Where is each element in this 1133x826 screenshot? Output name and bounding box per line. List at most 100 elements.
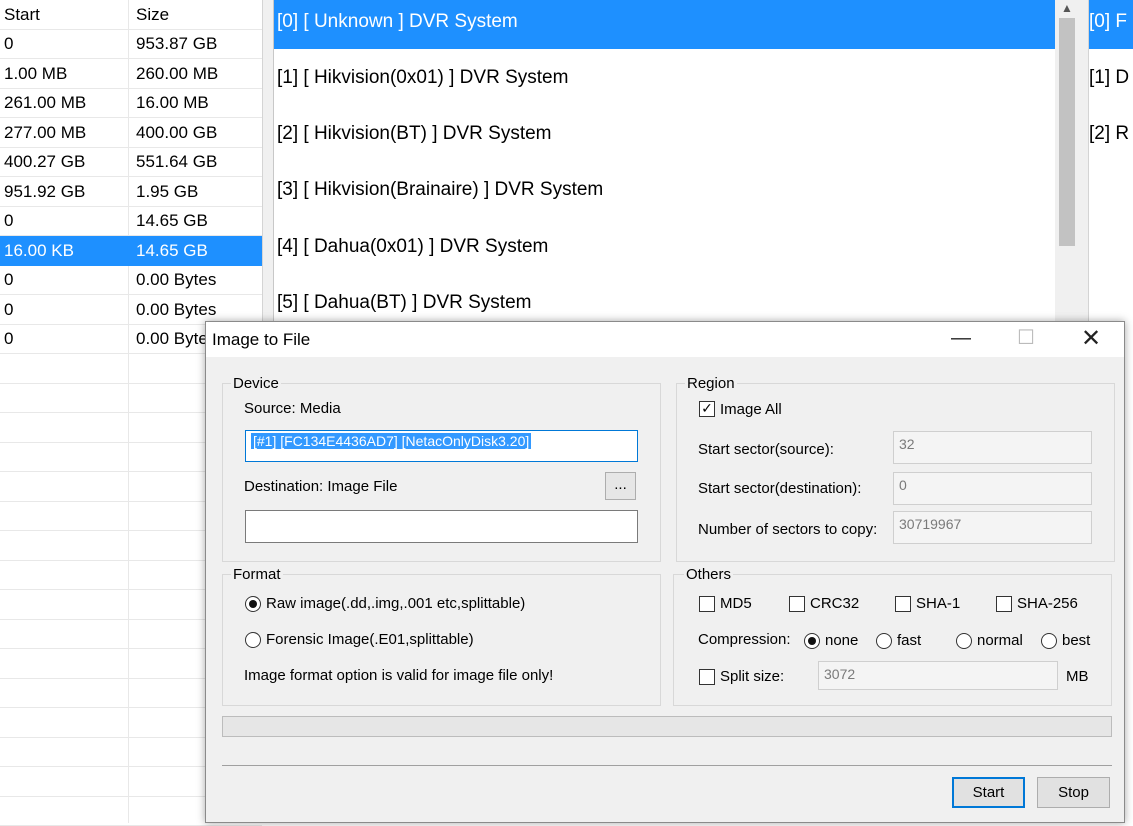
sectors-to-copy-label: Number of sectors to copy:	[698, 521, 878, 538]
cell-start: 0	[4, 211, 14, 230]
md5-label[interactable]: MD5	[720, 595, 752, 612]
minimize-button[interactable]: —	[938, 322, 984, 357]
cell-size: 400.00 GB	[136, 123, 218, 142]
cell-size: 16.00 MB	[136, 93, 209, 112]
format-note: Image format option is valid for image f…	[244, 667, 554, 684]
table-row[interactable]: 277.00 MB 400.00 GB	[0, 118, 262, 148]
others-group-label: Others	[684, 566, 734, 584]
cell-size: 14.65 GB	[136, 241, 208, 260]
destination-label: Destination: Image File	[244, 478, 398, 495]
progress-bar	[222, 716, 1112, 737]
dvr-list-item[interactable]: [2] [ Hikvision(BT) ] DVR System	[274, 112, 1056, 161]
md5-checkbox[interactable]	[699, 596, 715, 612]
split-size-field: 3072	[818, 661, 1058, 690]
table-row[interactable]: 0 14.65 GB	[0, 206, 262, 236]
source-value: [#1] [FC134E4436AD7] [NetacOnlyDisk3.20]	[251, 433, 532, 449]
device-group-label: Device	[231, 375, 281, 393]
compression-none-radio[interactable]	[804, 633, 820, 649]
compression-fast-label[interactable]: fast	[897, 632, 921, 649]
sha256-label[interactable]: SHA-256	[1017, 595, 1078, 612]
table-header: Start Size	[0, 0, 262, 30]
sha256-checkbox[interactable]	[996, 596, 1012, 612]
right-list: [0] F [1] D [2] R	[1089, 0, 1133, 330]
table-row[interactable]: 261.00 MB 16.00 MB	[0, 88, 262, 118]
compression-none-label[interactable]: none	[825, 632, 858, 649]
cell-start: 1.00 MB	[4, 64, 68, 83]
panel-splitter[interactable]	[1079, 0, 1089, 330]
split-size-checkbox[interactable]	[699, 669, 715, 685]
start-button[interactable]: Start	[952, 777, 1025, 808]
dvr-list-item[interactable]: [4] [ Dahua(0x01) ] DVR System	[274, 225, 1056, 274]
sha1-label[interactable]: SHA-1	[916, 595, 960, 612]
close-button[interactable]: ✕	[1068, 322, 1114, 357]
stop-button[interactable]: Stop	[1037, 777, 1110, 808]
format-group: Format Raw image(.dd,.img,.001 etc,split…	[222, 566, 661, 706]
table-row[interactable]: 1.00 MB 260.00 MB	[0, 59, 262, 89]
sha1-checkbox[interactable]	[895, 596, 911, 612]
crc32-checkbox[interactable]	[789, 596, 805, 612]
forensic-image-radio[interactable]	[245, 632, 261, 648]
compression-normal-radio[interactable]	[956, 633, 972, 649]
divider	[222, 765, 1112, 766]
table-row[interactable]: 0 953.87 GB	[0, 29, 262, 59]
split-size-unit: MB	[1066, 668, 1089, 685]
start-sector-destination-label: Start sector(destination):	[698, 480, 862, 497]
maximize-button: ☐	[1017, 327, 1035, 349]
others-group: Others MD5 CRC32 SHA-1 SHA-256 Compressi…	[673, 566, 1112, 706]
cell-start: 0	[4, 329, 14, 348]
scrollbar-thumb[interactable]	[1059, 18, 1075, 246]
cell-size: 0.00 Bytes	[136, 270, 217, 289]
cell-size: 1.95 GB	[136, 182, 199, 201]
split-size-label[interactable]: Split size:	[720, 668, 784, 685]
dvr-list-item-selected[interactable]: [0] [ Unknown ] DVR System	[274, 0, 1056, 49]
browse-button[interactable]: ...	[605, 472, 636, 500]
header-start[interactable]: Start	[4, 0, 124, 29]
scroll-up-icon[interactable]: ▲	[1055, 0, 1079, 16]
start-sector-destination-field: 0	[893, 472, 1092, 505]
cell-size: 260.00 MB	[136, 64, 219, 83]
destination-field[interactable]	[245, 510, 638, 543]
region-group: Region ✓ Image All Start sector(source):…	[676, 375, 1115, 562]
dvr-list-scrollbar[interactable]: ▲	[1055, 0, 1079, 330]
table-row-selected[interactable]: 16.00 KB 14.65 GB	[0, 236, 262, 266]
right-list-item[interactable]: [2] R	[1089, 112, 1133, 161]
forensic-image-label[interactable]: Forensic Image(.E01,splittable)	[266, 631, 474, 648]
cell-start: 16.00 KB	[4, 241, 74, 260]
crc32-label[interactable]: CRC32	[810, 595, 859, 612]
cell-size: 551.64 GB	[136, 152, 218, 171]
dialog-titlebar[interactable]: Image to File — ☐ ✕	[206, 322, 1124, 357]
compression-normal-label[interactable]: normal	[977, 632, 1023, 649]
compression-best-radio[interactable]	[1041, 633, 1057, 649]
image-all-checkbox[interactable]: ✓	[699, 401, 715, 417]
raw-image-label[interactable]: Raw image(.dd,.img,.001 etc,splittable)	[266, 595, 525, 612]
compression-fast-radio[interactable]	[876, 633, 892, 649]
sectors-to-copy-field: 30719967	[893, 511, 1092, 544]
right-list-item-selected[interactable]: [0] F	[1089, 0, 1133, 49]
cell-start: 261.00 MB	[4, 93, 87, 112]
cell-start: 400.27 GB	[4, 152, 86, 171]
right-list-item[interactable]: [1] D	[1089, 56, 1133, 105]
image-all-label[interactable]: Image All	[720, 401, 782, 418]
cell-size: 14.65 GB	[136, 211, 208, 230]
dvr-list-item[interactable]: [1] [ Hikvision(0x01) ] DVR System	[274, 56, 1056, 105]
cell-start: 277.00 MB	[4, 123, 87, 142]
cell-size: 953.87 GB	[136, 34, 218, 53]
cell-start: 0	[4, 34, 14, 53]
image-to-file-dialog: Image to File — ☐ ✕ Device Source: Media…	[205, 321, 1125, 823]
source-field[interactable]: [#1] [FC134E4436AD7] [NetacOnlyDisk3.20]	[245, 430, 638, 462]
dvr-list-item[interactable]: [3] [ Hikvision(Brainaire) ] DVR System	[274, 168, 1056, 217]
format-group-label: Format	[231, 566, 283, 584]
table-row[interactable]: 0 0.00 Bytes	[0, 265, 262, 295]
table-row[interactable]: 400.27 GB 551.64 GB	[0, 147, 262, 177]
table-row[interactable]: 951.92 GB 1.95 GB	[0, 177, 262, 207]
dialog-title: Image to File	[212, 330, 311, 349]
compression-best-label[interactable]: best	[1062, 632, 1090, 649]
cell-size: 0.00 Bytes	[136, 300, 217, 319]
header-size[interactable]: Size	[136, 0, 260, 29]
source-label: Source: Media	[244, 400, 341, 417]
raw-image-radio[interactable]	[245, 596, 261, 612]
compression-label: Compression:	[698, 631, 791, 648]
start-sector-source-label: Start sector(source):	[698, 441, 834, 458]
cell-start: 0	[4, 270, 14, 289]
device-group: Device Source: Media [#1] [FC134E4436AD7…	[222, 375, 661, 562]
